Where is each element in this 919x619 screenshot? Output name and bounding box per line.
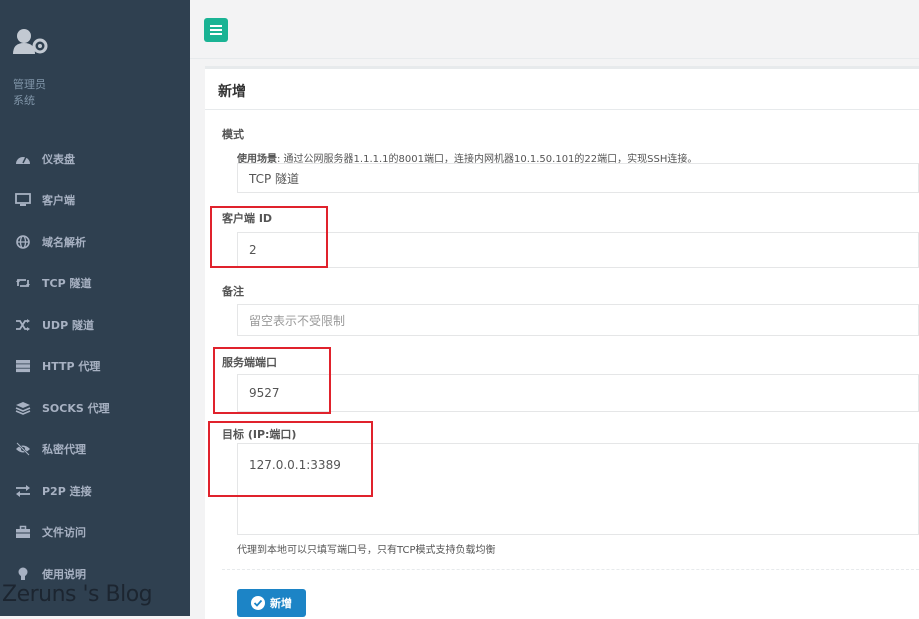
sidebar-item-files[interactable]: 文件访问 [0,512,190,554]
user-role: 管理员 [13,78,46,91]
remark-label: 备注 [222,285,244,298]
briefcase-icon [13,525,33,539]
sidebar-item-label: TCP 隧道 [42,277,92,291]
highlight-box-client-id [210,206,328,268]
sidebar-item-http[interactable]: HTTP 代理 [0,346,190,388]
retweet-icon [13,276,33,290]
sidebar-item-clients[interactable]: 客户端 [0,180,190,222]
dashboard-icon [13,152,33,166]
add-form-panel: 新增 模式 使用场景: 通过公网服务器1.1.1.1的8001端口，连接内网机器… [205,66,919,619]
random-icon [13,318,33,332]
eye-slash-icon [13,442,33,456]
user-gear-icon[interactable] [13,28,49,54]
highlight-box-server-port [213,347,331,414]
sidebar-item-label: UDP 隧道 [42,318,94,332]
menu-toggle-button[interactable] [204,18,228,42]
sidebar-item-private[interactable]: 私密代理 [0,429,190,471]
sidebar-item-label: 仪表盘 [42,152,75,166]
sidebar-item-tcp[interactable]: TCP 隧道 [0,263,190,305]
target-help-text: 代理到本地可以只填写端口号，只有TCP模式支持负载均衡 [237,545,496,556]
sidebar-item-dashboard[interactable]: 仪表盘 [0,138,190,180]
highlight-box-target [208,421,373,497]
sidebar-item-label: 域名解析 [42,235,86,249]
globe-icon [13,234,33,249]
sidebar-menu: 仪表盘 客户端 域名解析 TCP 隧道 UDP 隧道 HTTP 代理 SOCKS… [0,138,190,595]
user-profile: 管理员 系统 [13,28,49,107]
sidebar: 管理员 系统 仪表盘 客户端 域名解析 TCP 隧道 UDP 隧道 HTTP 代… [0,0,190,616]
submit-label: 新增 [270,597,292,610]
submit-add-button[interactable]: 新增 [237,589,306,617]
sidebar-item-domain[interactable]: 域名解析 [0,221,190,263]
title-divider [205,109,919,110]
sidebar-item-label: HTTP 代理 [42,360,101,374]
form-divider [222,569,919,570]
lightbulb-icon [13,567,33,581]
client-id-input[interactable]: 2 [237,232,919,268]
sidebar-item-label: 文件访问 [42,526,86,540]
sidebar-item-label: 客户端 [42,194,75,208]
mode-label: 模式 [222,128,244,141]
mode-select[interactable]: TCP 隧道 [237,163,919,193]
check-circle-icon [251,596,265,610]
sidebar-item-label: 使用说明 [42,567,86,581]
remark-input[interactable]: 留空表示不受限制 [237,304,919,336]
desktop-icon [13,193,33,207]
user-subtitle: 系统 [13,94,35,107]
sidebar-item-p2p[interactable]: P2P 连接 [0,470,190,512]
watermark-text: Zeruns 's Blog [2,582,153,607]
exchange-icon [13,484,33,498]
sidebar-item-label: SOCKS 代理 [42,401,110,415]
server-icon [13,359,33,373]
sidebar-item-label: P2P 连接 [42,484,92,498]
sidebar-item-socks[interactable]: SOCKS 代理 [0,387,190,429]
bars-icon [210,25,222,35]
top-navbar [190,0,919,59]
panel-title: 新增 [218,84,246,100]
server-port-input[interactable]: 9527 [237,374,919,412]
layers-icon [13,401,33,415]
sidebar-item-label: 私密代理 [42,443,86,457]
sidebar-item-udp[interactable]: UDP 隧道 [0,304,190,346]
